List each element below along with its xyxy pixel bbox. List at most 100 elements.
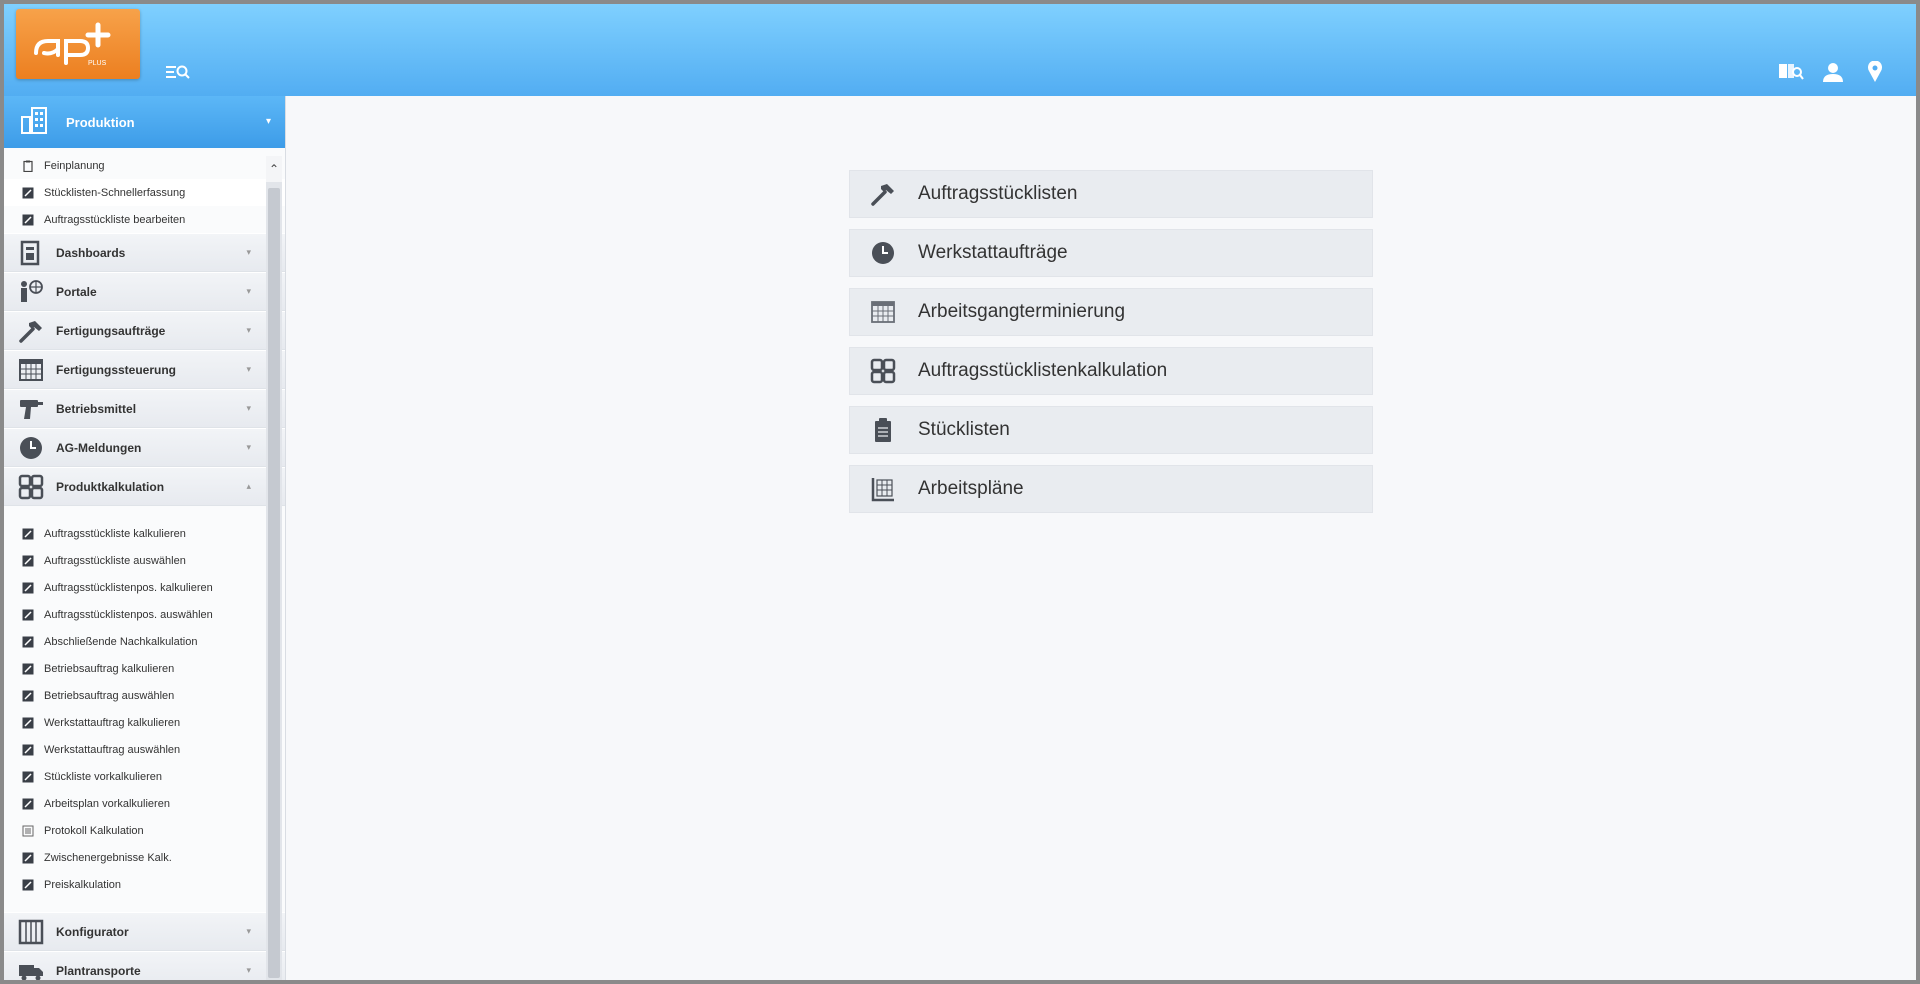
submenu-item[interactable]: Preiskalkulation xyxy=(4,871,285,898)
submenu-item-label: Betriebsauftrag auswählen xyxy=(44,689,175,702)
tile-auftragsstuecklistenkalkulation[interactable]: Auftragsstücklistenkalkulation xyxy=(849,347,1373,395)
tile-auftragsstuecklisten[interactable]: Auftragsstücklisten xyxy=(849,170,1373,218)
sidebar-item-label: Portale xyxy=(56,284,97,299)
logo-mark-icon: PLUS xyxy=(34,22,111,67)
app-logo[interactable]: PLUS xyxy=(16,9,140,79)
edit-icon xyxy=(22,528,34,540)
produktkalkulation-submenu: Auftragsstückliste kalkulieren Auftragss… xyxy=(4,506,285,912)
submenu-item[interactable]: Abschließende Nachkalkulation xyxy=(4,628,285,655)
calendar-icon xyxy=(870,299,896,325)
sidebar-item-produktkalkulation[interactable]: Produktkalkulation ▴ xyxy=(4,467,285,506)
submenu-item[interactable]: Auftragsstückliste auswählen xyxy=(4,547,285,574)
sidebar-item-konfigurator[interactable]: Konfigurator ▾ xyxy=(4,912,285,951)
scrollbar-thumb[interactable] xyxy=(268,188,280,978)
submenu-item-label: Abschließende Nachkalkulation xyxy=(44,635,198,648)
submenu-item-label: Protokoll Kalkulation xyxy=(44,824,144,837)
submenu-item[interactable]: Auftragsstücklistenpos. auswählen xyxy=(4,601,285,628)
tile-arbeitsgangterminierung[interactable]: Arbeitsgangterminierung xyxy=(849,288,1373,336)
submenu-item-auftragsstueckliste-bearbeiten[interactable]: Auftragsstückliste bearbeiten xyxy=(4,206,285,233)
sidebar-scrollbar[interactable]: ⌃ xyxy=(266,156,282,980)
sidebar-item-fertigungssteuerung[interactable]: Fertigungssteuerung ▾ xyxy=(4,350,285,389)
edit-icon xyxy=(22,609,34,621)
submenu-item[interactable]: Stückliste vorkalkulieren xyxy=(4,763,285,790)
tile-arbeitsplaene[interactable]: Arbeitspläne xyxy=(849,465,1373,513)
user-icon[interactable] xyxy=(1820,61,1846,83)
sidebar-item-label: Produktkalkulation xyxy=(56,479,165,494)
app-window: PLUS Produktion ▾ Feinplanung Stückliste… xyxy=(0,0,1920,984)
grid-icon xyxy=(18,474,44,500)
chevron-down-icon: ▾ xyxy=(246,403,251,413)
submenu-item[interactable]: Auftragsstückliste kalkulieren xyxy=(4,520,285,547)
submenu-item[interactable]: Arbeitsplan vorkalkulieren xyxy=(4,790,285,817)
tile-label: Arbeitsgangterminierung xyxy=(918,301,1126,322)
tile-label: Auftragsstücklistenkalkulation xyxy=(918,360,1168,381)
sidebar-item-label: Produktion xyxy=(66,114,135,130)
book-search-icon[interactable] xyxy=(1778,61,1804,83)
submenu-item-label: Arbeitsplan vorkalkulieren xyxy=(44,797,170,810)
svg-text:PLUS: PLUS xyxy=(88,60,107,67)
submenu-item[interactable]: Zwischenergebnisse Kalk. xyxy=(4,844,285,871)
menu-search-icon[interactable] xyxy=(166,64,190,80)
submenu-item[interactable]: Protokoll Kalkulation xyxy=(4,817,285,844)
sidebar-item-ag-meldungen[interactable]: AG-Meldungen ▾ xyxy=(4,428,285,467)
sidebar-item-produktion[interactable]: Produktion ▾ xyxy=(4,96,285,148)
submenu-item-label: Werkstattauftrag kalkulieren xyxy=(44,716,181,729)
tile-label: Arbeitspläne xyxy=(918,478,1024,499)
tile-stuecklisten[interactable]: Stücklisten xyxy=(849,406,1373,454)
chevron-down-icon: ▾ xyxy=(246,442,251,452)
calendar-icon xyxy=(18,357,44,383)
submenu-item-stuecklisten-schnellerfassung[interactable]: Stücklisten-Schnellerfassung xyxy=(4,179,285,206)
grid-icon xyxy=(870,358,896,384)
edit-icon xyxy=(22,582,34,594)
edit-icon xyxy=(22,744,34,756)
edit-icon xyxy=(22,879,34,891)
submenu-item-label: Auftragsstücklistenpos. auswählen xyxy=(44,608,213,621)
tile-label: Stücklisten xyxy=(918,419,1010,440)
submenu-item-label: Auftragsstückliste kalkulieren xyxy=(44,527,186,540)
edit-icon xyxy=(22,690,34,702)
submenu-item[interactable]: Werkstattauftrag kalkulieren xyxy=(4,709,285,736)
configurator-icon xyxy=(18,919,44,945)
submenu-item[interactable]: Betriebsauftrag kalkulieren xyxy=(4,655,285,682)
drill-icon xyxy=(18,396,44,422)
clock-icon xyxy=(18,435,44,461)
sidebar-item-label: Plantransporte xyxy=(56,963,141,978)
sidebar-item-fertigungsauftraege[interactable]: Fertigungsaufträge ▾ xyxy=(4,311,285,350)
hammer-icon xyxy=(870,181,896,207)
tile-label: Auftragsstücklisten xyxy=(918,183,1078,204)
submenu-item[interactable]: Auftragsstücklistenpos. kalkulieren xyxy=(4,574,285,601)
sidebar-item-portale[interactable]: Portale ▾ xyxy=(4,272,285,311)
sidebar-item-label: Fertigungssteuerung xyxy=(56,362,177,377)
portal-icon xyxy=(18,279,44,305)
sidebar-item-betriebsmittel[interactable]: Betriebsmittel ▾ xyxy=(4,389,285,428)
scroll-up-icon[interactable]: ⌃ xyxy=(266,156,282,182)
submenu-item[interactable]: Betriebsauftrag auswählen xyxy=(4,682,285,709)
chevron-up-icon: ▴ xyxy=(246,481,251,491)
sidebar-item-plantransporte[interactable]: Plantransporte ▾ xyxy=(4,951,285,980)
submenu-item-label: Feinplanung xyxy=(44,159,105,172)
submenu-item-label: Auftragsstückliste auswählen xyxy=(44,554,186,567)
submenu-item-label: Betriebsauftrag kalkulieren xyxy=(44,662,175,675)
submenu-item-label: Stücklisten-Schnellerfassung xyxy=(44,186,186,199)
sidebar-item-label: AG-Meldungen xyxy=(56,440,142,455)
submenu-item[interactable]: Werkstattauftrag auswählen xyxy=(4,736,285,763)
clock-icon xyxy=(870,240,896,266)
chevron-down-icon: ▾ xyxy=(246,247,251,257)
tile-werkstattauftraege[interactable]: Werkstattaufträge xyxy=(849,229,1373,277)
tile-label: Werkstattaufträge xyxy=(918,242,1068,263)
edit-icon xyxy=(22,798,34,810)
edit-icon xyxy=(22,636,34,648)
location-pin-icon[interactable] xyxy=(1862,60,1888,83)
main-content: Auftragsstücklisten Werkstattaufträge Ar… xyxy=(290,96,1916,980)
sidebar-item-dashboards[interactable]: Dashboards ▾ xyxy=(4,233,285,272)
submenu-item-label: Werkstattauftrag auswählen xyxy=(44,743,181,756)
sidebar-item-label: Fertigungsaufträge xyxy=(56,323,166,338)
edit-icon xyxy=(22,852,34,864)
submenu-item-feinplanung[interactable]: Feinplanung xyxy=(4,152,285,179)
list-icon xyxy=(22,825,34,837)
chevron-down-icon: ▾ xyxy=(265,116,271,127)
edit-icon xyxy=(22,555,34,567)
chevron-down-icon: ▾ xyxy=(246,364,251,374)
submenu-item-label: Stückliste vorkalkulieren xyxy=(44,770,162,783)
sidebar-item-label: Dashboards xyxy=(56,245,126,260)
